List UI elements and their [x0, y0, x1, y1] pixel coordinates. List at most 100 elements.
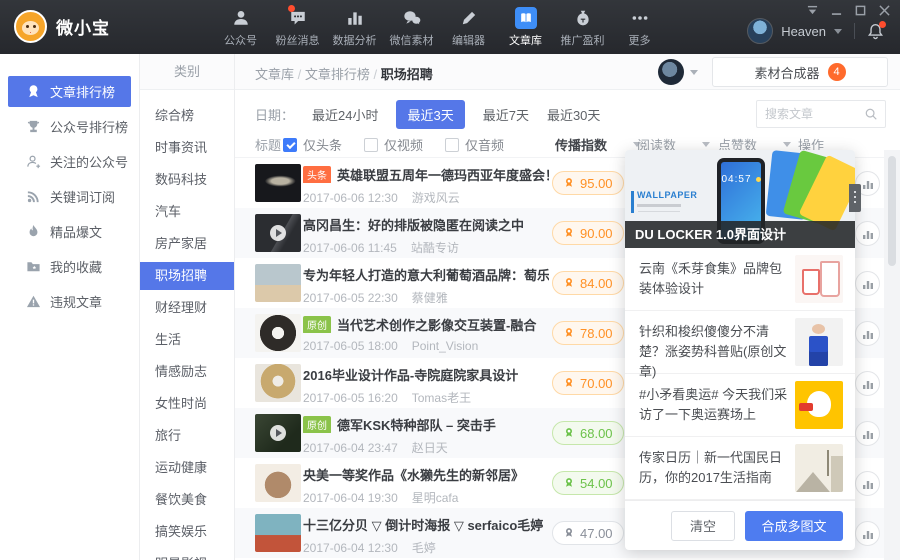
panel-item[interactable]: 针织和梭织傻傻分不清楚？涨姿势科普贴(原创文章) — [625, 311, 855, 379]
nav-item-accounts[interactable]: 公众号 — [212, 7, 269, 48]
category-item[interactable]: 搞笑娱乐 — [140, 518, 234, 546]
material-composer-button[interactable]: 素材合成器 4 — [712, 57, 888, 87]
category-item[interactable]: 运动健康 — [140, 454, 234, 482]
filter-checkbox-2[interactable]: 仅音频 — [445, 135, 504, 154]
filter-checkbox-1[interactable]: 仅视频 — [364, 135, 423, 154]
date-option[interactable]: 最近30天 — [547, 105, 600, 124]
article-source: 站酷专访 — [410, 241, 459, 255]
sidebar-item-account-ranking[interactable]: 公众号排行榜 — [8, 111, 131, 142]
search-input[interactable] — [765, 102, 861, 126]
article-thumbnail — [255, 164, 301, 202]
sidebar-item-keyword-subscription[interactable]: 关键词订阅 — [8, 181, 131, 212]
panel-item[interactable]: #小矛看奥运# 今天我们采访了一下奥运赛场上 — [625, 374, 855, 437]
checkbox-icon[interactable] — [445, 137, 460, 152]
article-date: 2017-06-05 18:00 — [303, 339, 398, 353]
category-item[interactable]: 女性时尚 — [140, 390, 234, 418]
panel-hero-item[interactable]: WALLPAPER 04:57 DU LOCKER 1.0界面设计 — [625, 150, 855, 248]
warning-icon — [26, 295, 41, 308]
nav-item-promotion-profit[interactable]: 推广盈利 — [554, 7, 611, 48]
nav-item-fans-messages[interactable]: 粉丝消息 — [269, 5, 326, 48]
scrollbar-thumb[interactable] — [888, 156, 896, 266]
close-icon[interactable] — [879, 5, 890, 16]
date-option[interactable]: 最近24小时 — [312, 105, 378, 124]
filter-checkbox-0[interactable]: 仅头条 — [283, 135, 342, 154]
checkbox-icon[interactable] — [283, 137, 297, 152]
panel-item[interactable]: 传家日历｜新一代国民日历，你的2017生活指南 — [625, 437, 855, 500]
nav-item-wechat-material[interactable]: 微信素材 — [383, 7, 440, 48]
category-item[interactable]: 时事资讯 — [140, 134, 234, 162]
sidebar-item-violation-articles[interactable]: 违规文章 — [8, 286, 131, 317]
category-item[interactable]: 旅行 — [140, 422, 234, 450]
article-source: 蔡健雅 — [411, 291, 448, 305]
article-date: 2017-06-04 19:30 — [303, 491, 398, 505]
category-item[interactable]: 餐饮美食 — [140, 486, 234, 514]
article-title[interactable]: 十三亿分贝 ▽ 倒计时海报 ▽ serfaico毛婷 — [303, 518, 543, 533]
minimize-icon[interactable] — [831, 5, 842, 16]
article-title[interactable]: 央美一等奖作品《水獭先生的新邻居》 — [303, 468, 524, 483]
article-source: 游戏风云 — [411, 191, 460, 205]
composer-panel: WALLPAPER 04:57 DU LOCKER 1.0界面设计 云南《禾芽食… — [625, 150, 861, 550]
panel-item[interactable]: 云南《禾芽食集》品牌包装体验设计 — [625, 248, 855, 311]
category-item[interactable]: 财经理财 — [140, 294, 234, 322]
play-icon — [270, 225, 286, 241]
sidebar-item-hot-articles[interactable]: 精品爆文 — [8, 216, 131, 247]
checkbox-icon[interactable] — [364, 137, 379, 152]
article-title[interactable]: 专为年轻人打造的意大利葡萄酒品牌：萄乐 Taller — [303, 268, 549, 283]
date-filter-label: 日期： — [255, 107, 295, 123]
account-avatar[interactable] — [658, 59, 684, 85]
header-strip: 文章库文章排行榜职场招聘 素材合成器 4 — [235, 54, 900, 90]
article-title[interactable]: 德军KSK特种部队 – 突击手 — [337, 418, 496, 433]
trend-chart-button[interactable] — [855, 321, 880, 346]
article-title[interactable]: 2016毕业设计作品-寺院庭院家具设计 — [303, 368, 518, 383]
trend-chart-button[interactable] — [855, 371, 880, 396]
article-title[interactable]: 高冈昌生：好的排版被隐匿在阅读之中 — [303, 218, 524, 233]
maximize-icon[interactable] — [855, 5, 866, 16]
category-item[interactable]: 职场招聘 — [140, 262, 234, 290]
sidebar-item-followed-accounts[interactable]: 关注的公众号 — [8, 146, 131, 177]
trend-chart-button[interactable] — [855, 471, 880, 496]
user-menu-caret-icon[interactable] — [834, 28, 842, 38]
article-thumbnail — [255, 214, 301, 252]
nav-label: 粉丝消息 — [275, 35, 320, 47]
category-item[interactable]: 综合榜 — [140, 102, 234, 130]
clear-button[interactable]: 清空 — [671, 510, 735, 541]
date-option[interactable]: 最近7天 — [483, 105, 529, 124]
panel-footer: 清空 合成多图文 — [625, 500, 855, 550]
scrollbar-track[interactable] — [884, 150, 900, 560]
pin-to-tray-icon[interactable] — [807, 5, 818, 16]
nav-item-more[interactable]: 更多 — [611, 7, 668, 48]
search-icon[interactable] — [864, 107, 878, 124]
article-title[interactable]: 英雄联盟五周年一德玛西亚年度盛会！ — [337, 168, 549, 183]
category-item[interactable]: 情感励志 — [140, 358, 234, 386]
notification-bell-icon[interactable] — [867, 20, 886, 40]
trend-chart-button[interactable] — [855, 271, 880, 296]
panel-collapse-handle[interactable] — [849, 184, 861, 212]
user-avatar[interactable] — [747, 18, 774, 44]
nav-item-article-library[interactable]: 文章库 — [497, 7, 554, 48]
breadcrumb-item[interactable]: 文章排行榜 — [305, 67, 381, 82]
trend-chart-button[interactable] — [855, 521, 880, 546]
nav-item-editor[interactable]: 编辑器 — [440, 7, 497, 48]
spread-index-badge: 70.00 — [552, 371, 624, 395]
category-item[interactable]: 汽车 — [140, 198, 234, 226]
breadcrumb-item[interactable]: 文章库 — [255, 67, 305, 82]
search-box — [756, 100, 886, 128]
compose-multi-button[interactable]: 合成多图文 — [745, 510, 843, 541]
nav-item-data-analytics[interactable]: 数据分析 — [326, 7, 383, 48]
sidebar-item-my-favorites[interactable]: 我的收藏 — [8, 251, 131, 282]
category-item[interactable]: 数码科技 — [140, 166, 234, 194]
article-source: Tomas老王 — [411, 391, 472, 405]
article-title[interactable]: 当代艺术创作之影像交互装置-融合 — [337, 318, 536, 333]
sidebar-item-article-ranking[interactable]: 文章排行榜 — [8, 76, 131, 107]
hero-caption: DU LOCKER 1.0界面设计 — [625, 221, 855, 248]
notification-dot — [287, 5, 295, 12]
category-item[interactable]: 生活 — [140, 326, 234, 354]
account-caret-icon[interactable] — [690, 69, 698, 79]
app-title: 微小宝 — [56, 19, 110, 38]
promotion-profit-icon — [574, 7, 592, 29]
trend-chart-button[interactable] — [855, 421, 880, 446]
category-item[interactable]: 房产家居 — [140, 230, 234, 258]
date-option[interactable]: 最近3天 — [396, 99, 465, 129]
category-item[interactable]: 明星影视 — [140, 550, 234, 560]
trend-chart-button[interactable] — [855, 221, 880, 246]
